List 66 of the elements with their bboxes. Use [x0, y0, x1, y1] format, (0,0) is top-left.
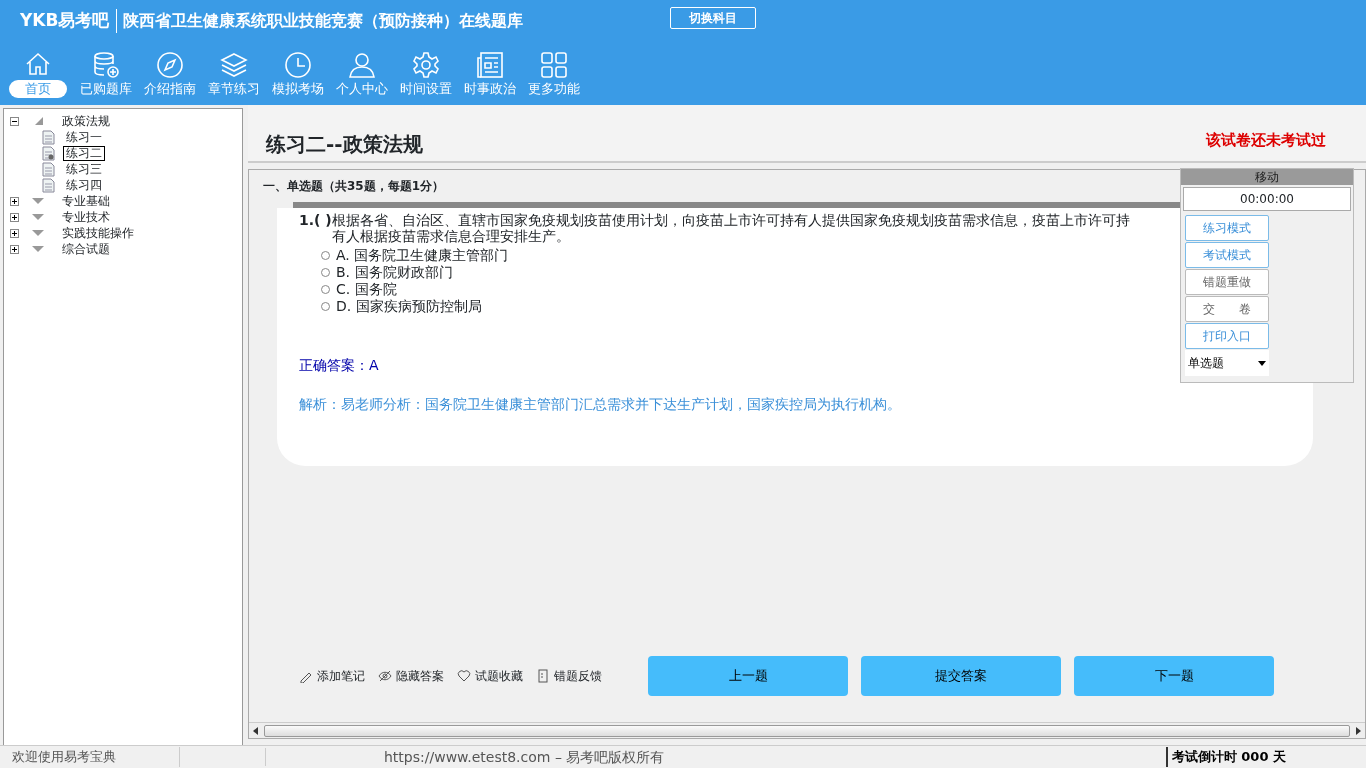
- triangle-icon: [31, 196, 45, 206]
- option-text: C. 国务院: [336, 280, 397, 298]
- triangle-icon: [31, 212, 45, 222]
- settings-icon: [411, 50, 441, 80]
- tool-link[interactable]: 隐藏答案: [378, 667, 444, 685]
- compass-icon: [155, 50, 185, 80]
- layers-icon: [219, 50, 249, 80]
- tree-item[interactable]: 专业技术: [59, 209, 113, 225]
- paper-status: 该试卷还未考试过: [1206, 129, 1326, 151]
- triangle-icon: [31, 244, 45, 254]
- heart-icon: [457, 669, 471, 683]
- copyright-text: https://www.etest8.com – 易考吧版权所有: [384, 747, 665, 767]
- clock-icon: [283, 50, 313, 80]
- mode-button[interactable]: 练习模式: [1185, 215, 1269, 241]
- document-icon: [42, 129, 55, 145]
- eye-slash-icon: [378, 669, 392, 683]
- option-text: B. 国务院财政部门: [336, 263, 453, 281]
- triangle-icon: [31, 228, 45, 238]
- welcome-text: 欢迎使用易考宝典: [0, 747, 180, 767]
- app-title: 陕西省卫生健康系统职业技能竞赛（预防接种）在线题库: [115, 8, 523, 33]
- exam-countdown: 考试倒计时 000 天: [1165, 747, 1286, 767]
- mode-button[interactable]: 打印入口: [1185, 323, 1269, 349]
- document-icon: [42, 177, 55, 193]
- tree-item[interactable]: 政策法规: [59, 113, 113, 129]
- tree-item[interactable]: 练习四: [63, 177, 105, 193]
- move-handle[interactable]: 移动: [1181, 169, 1353, 185]
- scrollbar-thumb[interactable]: [264, 724, 1350, 737]
- expand-toggle[interactable]: [10, 196, 19, 206]
- expand-toggle[interactable]: [10, 212, 19, 222]
- tool-link[interactable]: 错题反馈: [536, 667, 602, 685]
- scroll-right-icon[interactable]: [1354, 726, 1362, 735]
- option-text: D. 国家疾病预防控制局: [336, 297, 482, 315]
- tree-item[interactable]: 实践技能操作: [59, 225, 137, 241]
- tree-item[interactable]: 练习二: [63, 145, 105, 161]
- mode-button[interactable]: 考试模式: [1185, 242, 1269, 268]
- type-select[interactable]: 单选题: [1185, 350, 1269, 376]
- option-text: A. 国务院卫生健康主管部门: [336, 246, 509, 264]
- nav-button[interactable]: 提交答案: [861, 656, 1061, 696]
- document-icon: [536, 669, 550, 683]
- paper-title: 练习二--政策法规: [266, 131, 423, 158]
- tree-item[interactable]: 综合试题: [59, 241, 113, 257]
- tree-item[interactable]: 练习三: [63, 161, 105, 177]
- scroll-left-icon[interactable]: [252, 726, 260, 735]
- logo: YKB易考吧: [20, 9, 110, 32]
- tool-link[interactable]: 添加笔记: [299, 667, 365, 685]
- newspaper-icon: [475, 50, 505, 80]
- question-text: 根据各省、自治区、直辖市国家免疫规划疫苗使用计划，向疫苗上市许可持有人提供国家免疫规划疫苗需求信息，疫苗上市许可持有人根据疫苗需求信息合理安排生产。: [331, 211, 1131, 244]
- correct-answer: 正确答案：A: [299, 356, 379, 373]
- expand-toggle[interactable]: [10, 228, 19, 238]
- tool-link[interactable]: 试题收藏: [457, 667, 523, 685]
- timer: 00:00:00: [1183, 187, 1351, 211]
- tree-item[interactable]: 专业基础: [59, 193, 113, 209]
- expand-toggle[interactable]: [10, 244, 19, 254]
- nav-button[interactable]: 下一题: [1074, 656, 1274, 696]
- database-add-icon: [91, 50, 121, 80]
- nav-button[interactable]: 上一题: [648, 656, 848, 696]
- document-icon: [42, 161, 55, 177]
- tree-item[interactable]: 练习一: [63, 129, 105, 145]
- document-lock-icon: [42, 145, 55, 161]
- grid-icon: [539, 50, 569, 80]
- user-icon: [347, 50, 377, 80]
- caret-icon: [1258, 360, 1266, 366]
- analysis-text: 解析：易老师分析：国务院卫生健康主管部门汇总需求并下达生产计划，国家疾控局为执行机构。: [299, 394, 902, 414]
- collapse-toggle[interactable]: [10, 116, 19, 126]
- section-heading: 一、单选题（共35题，每题1分）: [263, 179, 445, 193]
- question-number: 1.( ): [299, 211, 332, 230]
